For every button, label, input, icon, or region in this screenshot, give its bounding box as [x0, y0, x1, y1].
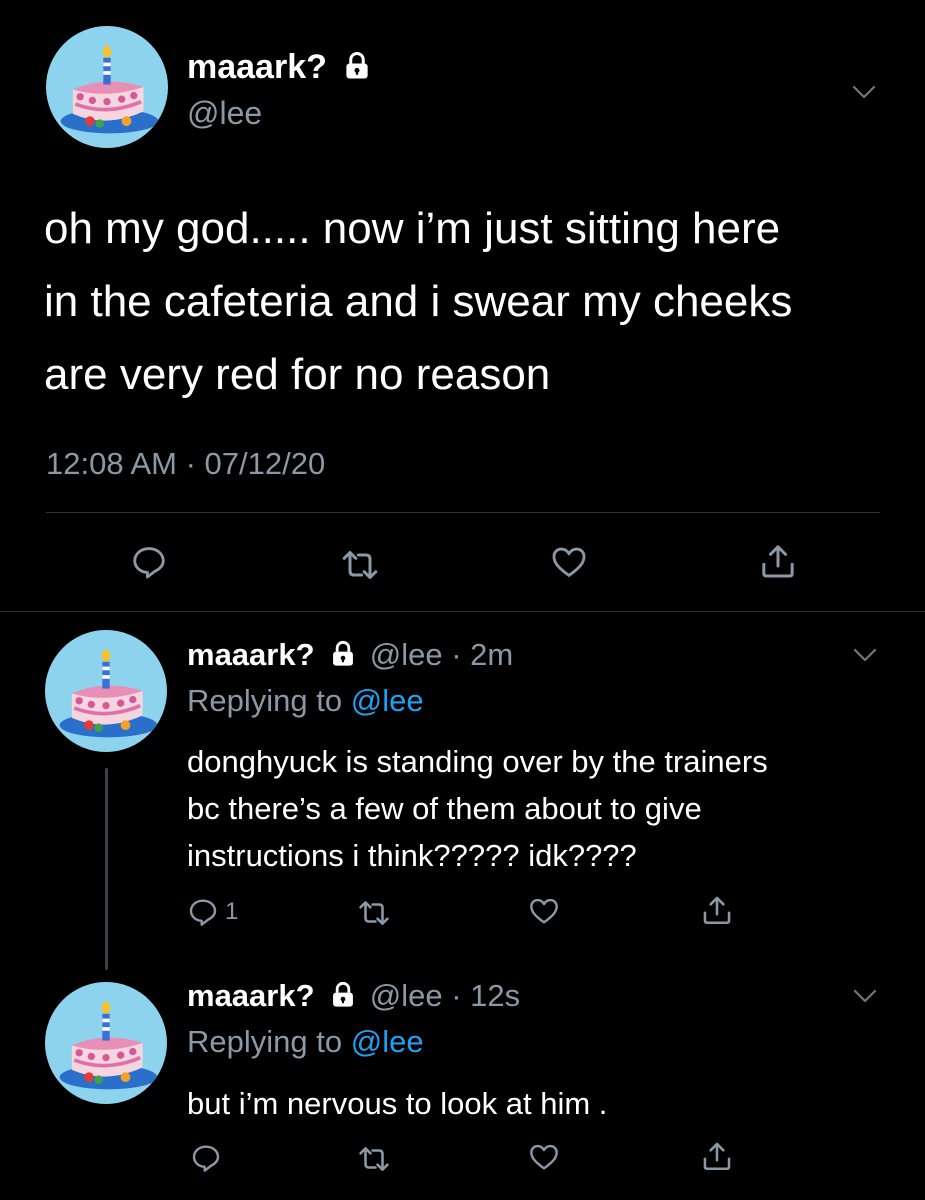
display-name[interactable]: maaark? [187, 978, 315, 1013]
chevron-down-icon[interactable] [850, 981, 880, 1011]
avatar-image [46, 26, 168, 148]
tweet-text-line: in the cafeteria and i swear my cheeks [44, 277, 793, 326]
reply-text-line: bc there’s a few of them about to give [187, 791, 702, 826]
reply-button[interactable] [190, 1142, 222, 1174]
tweet-text-line: are very red for no reason [44, 350, 551, 399]
reply-count: 1 [225, 898, 239, 925]
reply-button[interactable]: 1 [187, 896, 238, 928]
reply-icon [190, 1142, 222, 1174]
like-button[interactable] [550, 543, 588, 581]
avatar[interactable] [46, 26, 168, 148]
reply-button[interactable] [130, 543, 168, 581]
replying-to-link[interactable]: @lee [351, 683, 424, 718]
retweet-icon [357, 1142, 391, 1176]
divider [0, 611, 925, 612]
avatar[interactable] [45, 982, 167, 1104]
divider [46, 512, 880, 513]
chevron-down-icon[interactable] [850, 640, 880, 670]
chevron-down-icon[interactable] [849, 77, 879, 107]
reply-time: · 2m [451, 637, 514, 672]
thread-line [105, 768, 108, 970]
reply-header: maaark? @lee · 12s [187, 978, 520, 1014]
tweet-text: oh my god..... now i’m just sitting here… [44, 192, 792, 411]
retweet-button[interactable] [357, 1142, 391, 1176]
reply-text-line: donghyuck is standing over by the traine… [187, 744, 768, 779]
retweet-button[interactable] [340, 545, 380, 585]
lock-icon [342, 51, 372, 81]
replying-to: Replying to @lee [187, 1024, 424, 1059]
avatar-image [45, 982, 167, 1104]
reply-text: but i’m nervous to look at him . [187, 1080, 607, 1127]
reply-icon [187, 896, 219, 928]
share-button[interactable] [700, 1139, 734, 1173]
reply-header: maaark? @lee · 2m [187, 637, 513, 673]
replying-to: Replying to @lee [187, 683, 424, 718]
share-icon [700, 893, 734, 927]
retweet-icon [357, 896, 391, 930]
avatar[interactable] [45, 630, 167, 752]
handle[interactable]: @lee [370, 978, 443, 1013]
share-icon [758, 541, 798, 581]
replying-to-link[interactable]: @lee [351, 1024, 424, 1059]
like-button[interactable] [528, 895, 560, 927]
reply-text-line: but i’m nervous to look at him . [187, 1086, 608, 1121]
reply-text: donghyuck is standing over by the traine… [187, 738, 768, 879]
reply-icon [130, 543, 168, 581]
retweet-icon [340, 545, 380, 585]
reply-time: · 12s [451, 978, 521, 1013]
share-button[interactable] [758, 541, 798, 581]
timestamp[interactable]: 12:08 AM · 07/12/20 [46, 446, 325, 482]
display-name[interactable]: maaark? [187, 637, 315, 672]
display-name[interactable]: maaark? [187, 48, 372, 87]
lock-icon [329, 981, 357, 1009]
like-icon [550, 543, 588, 581]
handle[interactable]: @lee [370, 637, 443, 672]
share-button[interactable] [700, 893, 734, 927]
reply-text-line: instructions i think????? idk???? [187, 838, 637, 873]
tweet-text-line: oh my god..... now i’m just sitting here [44, 204, 781, 253]
handle[interactable]: @lee [187, 95, 262, 132]
lock-icon [329, 640, 357, 668]
avatar-image [45, 630, 167, 752]
share-icon [700, 1139, 734, 1173]
like-icon [528, 1141, 560, 1173]
like-button[interactable] [528, 1141, 560, 1173]
like-icon [528, 895, 560, 927]
retweet-button[interactable] [357, 896, 391, 930]
